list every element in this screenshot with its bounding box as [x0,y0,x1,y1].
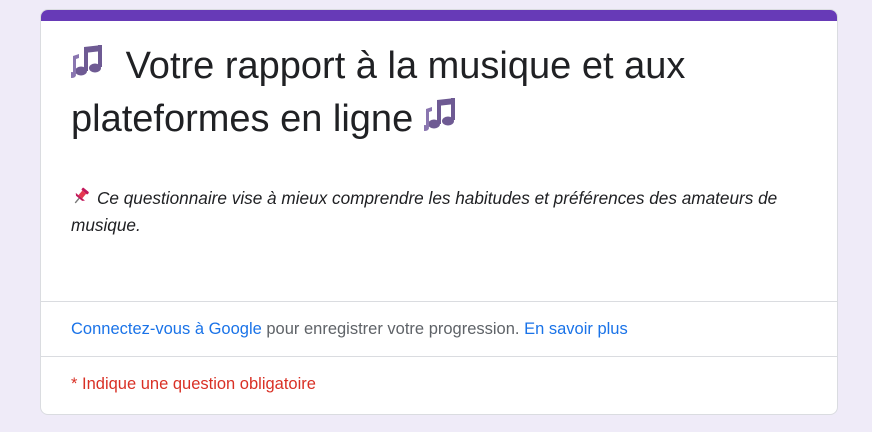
musical-notes-icon [423,95,468,135]
form-description: Ce questionnaire vise à mieux comprendre… [71,186,819,238]
form-title-line1: Votre rapport à la musique et aux [125,45,686,87]
form-title-area: Votre rapport à la musique et aux platef… [71,40,815,146]
pushpin-icon [71,186,91,213]
form-description-text: Ce questionnaire vise à mieux comprendre… [71,188,778,235]
signin-prompt: Connectez-vous à Google pour enregistrer… [71,319,628,339]
form-title: Votre rapport à la musique et aux platef… [71,40,815,146]
form-header-card: Votre rapport à la musique et aux platef… [40,9,838,415]
card-accent-bar [41,10,837,21]
form-title-line2: plateformes en ligne [71,98,414,140]
required-question-note: * Indique une question obligatoire [71,375,316,393]
learn-more-link[interactable]: En savoir plus [524,320,628,338]
divider [41,356,837,357]
divider [41,301,837,302]
signin-prompt-text: pour enregistrer votre progression. [261,320,525,338]
google-signin-link[interactable]: Connectez-vous à Google [71,320,262,338]
musical-notes-icon [71,42,115,82]
